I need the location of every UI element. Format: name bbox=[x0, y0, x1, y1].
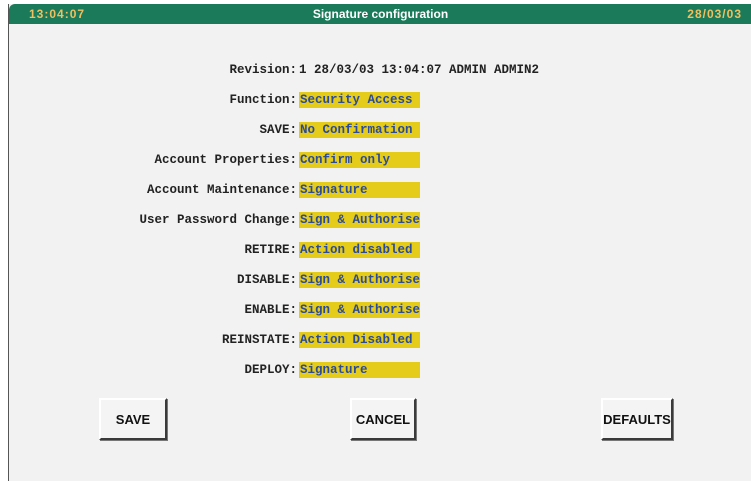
field-row-enable: ENABLE: Sign & Authorise bbox=[9, 302, 751, 320]
clock-date: 28/03/03 bbox=[687, 7, 742, 21]
revision-row: Revision: 1 28/03/03 13:04:07 ADMIN ADMI… bbox=[9, 62, 751, 80]
retire-field[interactable]: Action disabled bbox=[299, 242, 420, 258]
save-label: SAVE: bbox=[259, 123, 297, 137]
field-row-retire: RETIRE: Action disabled bbox=[9, 242, 751, 260]
disable-label: DISABLE: bbox=[236, 273, 297, 287]
reinstate-label: REINSTATE: bbox=[221, 333, 297, 347]
function-label: Function: bbox=[229, 93, 297, 107]
field-row-account-properties: Account Properties: Confirm only bbox=[9, 152, 751, 170]
reinstate-field[interactable]: Action Disabled bbox=[299, 332, 420, 348]
field-row-account-maintenance: Account Maintenance: Signature bbox=[9, 182, 751, 200]
deploy-label: DEPLOY: bbox=[244, 363, 297, 377]
deploy-field[interactable]: Signature bbox=[299, 362, 420, 378]
field-row-function: Function: Security Access bbox=[9, 92, 751, 110]
field-row-user-password-change: User Password Change: Sign & Authorise bbox=[9, 212, 751, 230]
save-field[interactable]: No Confirmation bbox=[299, 122, 420, 138]
cancel-button[interactable]: CANCEL bbox=[350, 398, 416, 440]
field-row-deploy: DEPLOY: Signature bbox=[9, 362, 751, 380]
disable-field[interactable]: Sign & Authorise bbox=[299, 272, 420, 288]
field-row-reinstate: REINSTATE: Action Disabled bbox=[9, 332, 751, 350]
enable-label: ENABLE: bbox=[244, 303, 297, 317]
account-maintenance-label: Account Maintenance: bbox=[146, 183, 297, 197]
enable-field[interactable]: Sign & Authorise bbox=[299, 302, 420, 318]
title-bar: 13:04:07 Signature configuration 28/03/0… bbox=[9, 4, 751, 24]
field-row-disable: DISABLE: Sign & Authorise bbox=[9, 272, 751, 290]
account-maintenance-field[interactable]: Signature bbox=[299, 182, 420, 198]
window-title: Signature configuration bbox=[312, 7, 449, 21]
defaults-button[interactable]: DEFAULTS bbox=[601, 398, 673, 440]
field-row-save: SAVE: No Confirmation bbox=[9, 122, 751, 140]
save-button[interactable]: SAVE bbox=[99, 398, 167, 440]
function-field[interactable]: Security Access bbox=[299, 92, 420, 108]
retire-label: RETIRE: bbox=[244, 243, 297, 257]
window: 13:04:07 Signature configuration 28/03/0… bbox=[8, 4, 751, 481]
user-password-change-field[interactable]: Sign & Authorise bbox=[299, 212, 420, 228]
user-password-change-label: User Password Change: bbox=[139, 213, 297, 227]
revision-value: 1 28/03/03 13:04:07 ADMIN ADMIN2 bbox=[299, 63, 540, 77]
account-properties-field[interactable]: Confirm only bbox=[299, 152, 420, 168]
revision-label: Revision: bbox=[229, 63, 297, 77]
account-properties-label: Account Properties: bbox=[154, 153, 297, 167]
